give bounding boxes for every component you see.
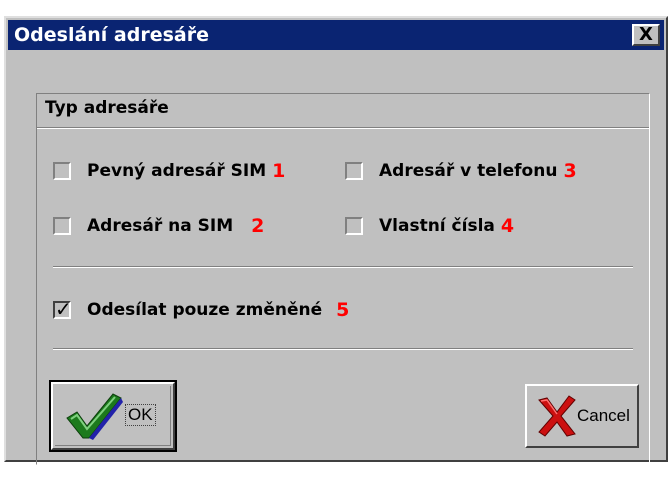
checkbox-label: Vlastní čísla — [379, 216, 495, 236]
annotation-number: 2 — [251, 215, 265, 237]
check-mark-icon: ✓ — [55, 297, 72, 321]
checkbox-box[interactable] — [345, 217, 363, 235]
red-x-icon — [538, 395, 576, 437]
cancel-button[interactable]: Cancel — [525, 384, 639, 448]
checkbox-label: Pevný adresář SIM — [87, 161, 267, 181]
checkbox-box[interactable]: ✓ — [53, 297, 72, 321]
checkbox-own-numbers[interactable]: Vlastní čísla 4 — [345, 215, 514, 237]
separator — [53, 348, 633, 350]
ok-button[interactable]: OK — [49, 380, 177, 452]
window-title: Odeslání adresáře — [14, 24, 210, 46]
checkbox-fixed-sim[interactable]: Pevný adresář SIM 1 — [53, 160, 285, 182]
annotation-number: 5 — [336, 299, 350, 321]
checkbox-label: Odesílat pouze změněné — [87, 300, 323, 320]
title-bar[interactable]: Odeslání adresáře X — [8, 20, 664, 50]
checkbox-send-changed-only[interactable]: ✓ Odesílat pouze změněné 5 — [53, 297, 350, 321]
checkmark-icon — [66, 393, 123, 440]
cancel-button-label: Cancel — [577, 406, 630, 425]
group-divider — [37, 127, 649, 129]
group-label: Typ adresáře — [45, 98, 169, 118]
annotation-number: 3 — [563, 160, 577, 182]
dialog-window: Odeslání adresáře X Typ adresáře Pevný a… — [4, 16, 668, 465]
checkbox-phone-book[interactable]: Adresář v telefonu 3 — [345, 160, 577, 182]
annotation-number: 1 — [272, 160, 286, 182]
close-icon: X — [639, 24, 653, 45]
checkbox-box[interactable] — [345, 162, 363, 180]
checkbox-box[interactable] — [53, 162, 71, 180]
address-book-panel: Typ adresáře Pevný adresář SIM 1 Adresář… — [36, 93, 650, 465]
checkbox-label: Adresář v telefonu — [379, 161, 558, 181]
ok-button-label: OK — [125, 404, 156, 426]
separator — [53, 266, 633, 268]
annotation-number: 4 — [500, 215, 515, 237]
close-button[interactable]: X — [632, 24, 660, 46]
checkbox-label: Adresář na SIM — [87, 216, 234, 236]
checkbox-box[interactable] — [53, 217, 71, 235]
checkbox-sim-book[interactable]: Adresář na SIM 2 — [53, 215, 264, 237]
